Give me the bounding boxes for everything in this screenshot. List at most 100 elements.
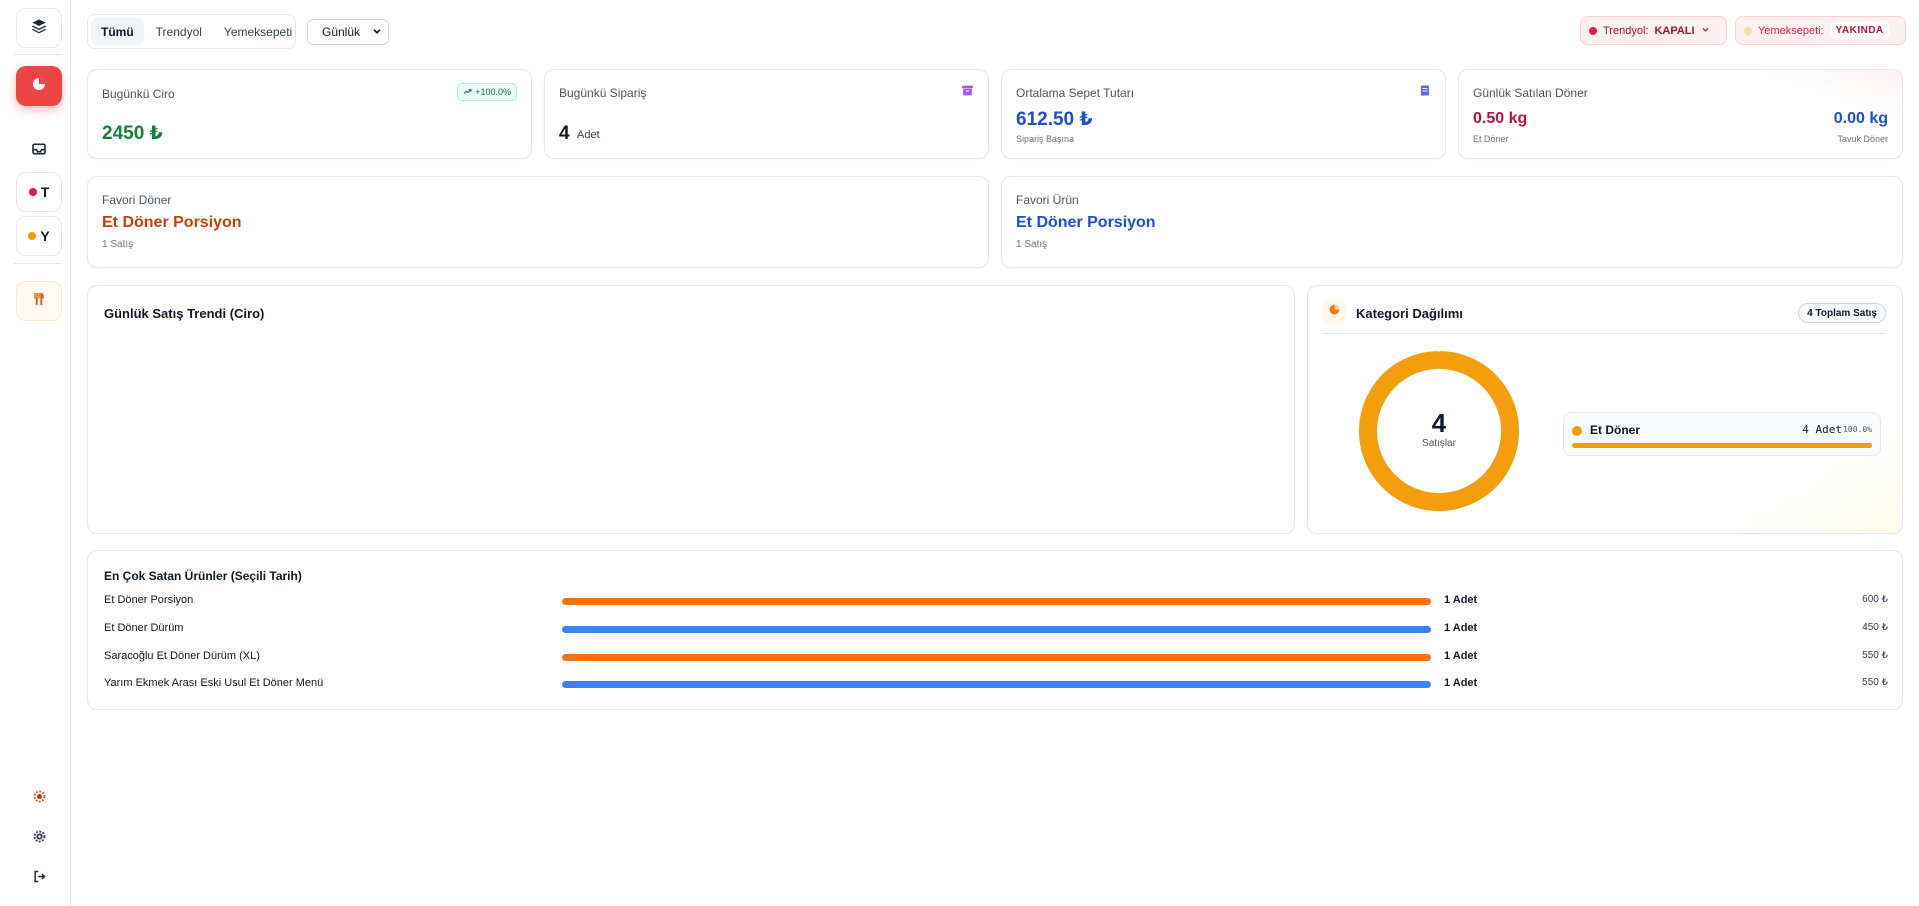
orders-unit: Adet [577, 129, 600, 141]
yemeksepeti-status-label: Yemeksepeti: [1758, 24, 1824, 37]
sidebar-item-trendyol[interactable]: T [16, 172, 62, 212]
category-header-icon [1322, 300, 1346, 324]
yemeksepeti-letter: Y [40, 228, 50, 244]
product-price: 550 ₺ [1862, 677, 1888, 688]
doner-tavuk-value: 0.00 kg [1833, 110, 1888, 127]
sidebar-item-yemeksepeti[interactable]: Y [16, 216, 62, 256]
sidebar: T Y [0, 0, 71, 906]
sales-trend-card: Günlük Satış Trendi (Ciro) [87, 285, 1295, 534]
logo-button[interactable] [16, 8, 62, 48]
period-select[interactable]: Günlük [307, 19, 389, 45]
product-qty: 1 Adet [1444, 650, 1478, 662]
sidebar-item-system[interactable] [16, 779, 62, 819]
product-price: 550 ₺ [1862, 650, 1888, 661]
legend-count: 4 Adet [1802, 423, 1842, 436]
sidebar-item-logout[interactable] [16, 859, 62, 899]
logout-icon [32, 869, 47, 889]
trendyol-status-label: Trendyol: [1603, 24, 1649, 37]
product-bar [562, 598, 1431, 605]
status-dot [28, 232, 37, 240]
doner-label: Günlük Satılan Döner [1473, 86, 1588, 100]
receipt-icon [1419, 84, 1431, 102]
legend-bar [1572, 443, 1872, 448]
top-products-card: En Çok Satan Ürünler (Seçili Tarih) Et D… [87, 550, 1903, 710]
table-row: Saracoğlu Et Döner Dürüm (XL) 1 Adet 550 ₺ [104, 648, 1888, 666]
settings-icon [32, 829, 47, 849]
favorite-doner-card: Favori Döner Et Döner Porsiyon 1 Satış [87, 176, 989, 268]
legend-percent: 100.0% [1843, 425, 1872, 434]
fork-knife-icon [31, 291, 47, 312]
inbox-icon [31, 141, 47, 162]
product-name: Yarım Ekmek Arası Eski Usul Et Döner Men… [104, 677, 324, 689]
stat-card-orders: Bugünkü Sipariş 4 Adet [544, 69, 989, 159]
status-dot [1744, 26, 1752, 35]
product-qty: 1 Adet [1444, 594, 1478, 606]
product-qty: 1 Adet [1444, 677, 1478, 689]
donut-center-label: Satışlar [1422, 438, 1456, 449]
table-row: Yarım Ekmek Arası Eski Usul Et Döner Men… [104, 675, 1888, 693]
product-price: 450 ₺ [1862, 622, 1888, 633]
sales-trend-title: Günlük Satış Trendi (Ciro) [104, 306, 265, 321]
sidebar-item-dashboard[interactable] [16, 66, 62, 106]
sidebar-divider [14, 54, 62, 55]
product-bar [562, 626, 1431, 633]
revenue-value: 2450 ₺ [102, 123, 163, 144]
product-bar [562, 654, 1431, 661]
stat-card-doner: Günlük Satılan Döner 0.50 kg Et Döner 0.… [1458, 69, 1903, 159]
revenue-change-badge: +100.0% [457, 83, 517, 101]
category-card: Kategori Dağılımı 4 Toplam Satış 4 Satış… [1307, 285, 1903, 534]
top-products-title: En Çok Satan Ürünler (Seçili Tarih) [104, 569, 302, 583]
favorite-product-label: Favori Ürün [1016, 193, 1079, 207]
sidebar-item-menu[interactable] [16, 281, 62, 321]
yemeksepeti-status-pill[interactable]: Yemeksepeti: YAKINDA [1735, 16, 1906, 45]
orders-value: 4 [559, 123, 570, 144]
stat-card-basket: Ortalama Sepet Tutarı 612.50 ₺ Sipariş B… [1001, 69, 1446, 159]
product-name: Saracoğlu Et Döner Dürüm (XL) [104, 650, 260, 662]
layers-icon [31, 18, 47, 39]
sales-trend-chart-area [104, 336, 1278, 517]
archive-icon [961, 84, 974, 102]
chevron-down-icon [1701, 25, 1710, 37]
doner-et-label: Et Döner [1473, 134, 1509, 144]
trendyol-letter: T [40, 184, 50, 200]
platform-tabs: Tümü Trendyol Yemeksepeti [87, 14, 296, 49]
category-total-badge: 4 Toplam Satış [1798, 303, 1886, 323]
basket-value: 612.50 ₺ [1016, 109, 1093, 130]
table-row: Et Döner Porsiyon 1 Adet 600 ₺ [104, 592, 1888, 610]
yemeksepeti-status-badge: YAKINDA [1829, 22, 1890, 39]
chevron-down-icon [372, 25, 382, 39]
trendyol-status-pill[interactable]: Trendyol: KAPALI [1580, 16, 1727, 45]
basket-label: Ortalama Sepet Tutarı [1016, 86, 1135, 100]
trending-up-icon [463, 87, 472, 98]
product-bar [562, 681, 1431, 688]
category-legend-item: Et Döner 4 Adet 100.0% [1563, 412, 1881, 456]
tab-yemeksepeti[interactable]: Yemeksepeti [214, 18, 302, 45]
pie-chart-icon [1328, 303, 1341, 321]
favorite-doner-sub: 1 Satış [102, 239, 134, 250]
settings-red-icon [32, 789, 47, 809]
product-price: 600 ₺ [1862, 594, 1888, 605]
sidebar-item-orders[interactable] [16, 131, 62, 171]
stat-card-revenue: Bugünkü Ciro +100.0% 2450 ₺ [87, 69, 532, 159]
revenue-change-value: +100.0% [475, 87, 511, 97]
doner-tavuk-label: Tavuk Döner [1837, 134, 1888, 144]
tab-trendyol[interactable]: Trendyol [146, 18, 212, 45]
product-qty: 1 Adet [1444, 622, 1478, 634]
favorite-doner-label: Favori Döner [102, 193, 172, 207]
doner-et-value: 0.50 kg [1473, 110, 1528, 127]
pie-chart-icon [31, 76, 47, 97]
tab-all[interactable]: Tümü [91, 18, 144, 45]
period-value: Günlük [322, 25, 361, 39]
trendyol-status-value: KAPALI [1654, 24, 1695, 37]
basket-sub: Sipariş Başına [1016, 134, 1075, 144]
category-title: Kategori Dağılımı [1356, 306, 1463, 321]
favorite-doner-name: Et Döner Porsiyon [102, 214, 242, 231]
product-name: Et Döner Dürüm [104, 622, 184, 634]
status-dot [28, 188, 37, 196]
legend-name: Et Döner [1590, 423, 1641, 437]
legend-color-dot [1572, 426, 1582, 436]
favorite-product-card: Favori Ürün Et Döner Porsiyon 1 Satış [1001, 176, 1903, 268]
sidebar-item-settings[interactable] [16, 819, 62, 859]
category-divider [1322, 333, 1886, 334]
revenue-label: Bugünkü Ciro [102, 87, 175, 101]
